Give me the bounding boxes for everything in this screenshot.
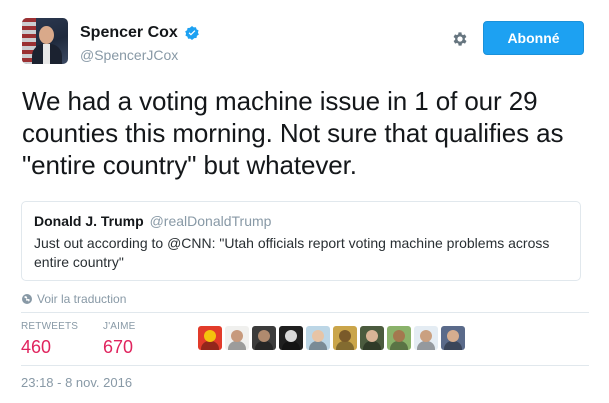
quoted-author-name: Donald J. Trump [34,213,144,229]
liker-avatar[interactable] [306,326,330,350]
retweets-label: RETWEETS [21,321,79,332]
liker-avatar-body [255,341,273,350]
tweet-text: We had a voting machine issue in 1 of ou… [22,86,564,180]
liker-avatar[interactable] [414,326,438,350]
liker-avatar-body [336,341,354,350]
liker-avatar-body [201,341,219,350]
quoted-tweet-text: Just out according to @CNN: "Utah offici… [34,235,550,270]
liker-avatar-head [285,330,297,342]
liker-avatar[interactable] [252,326,276,350]
translate-label[interactable]: Voir la traduction [37,292,126,306]
liker-avatar-head [339,330,351,342]
liker-avatar-head [393,330,405,342]
liker-avatar[interactable] [198,326,222,350]
follow-button[interactable]: Abonné [483,21,584,55]
quoted-author-handle: @realDonaldTrump [149,213,272,229]
liker-avatar-head [366,330,378,342]
liker-avatar-head [420,330,432,342]
liker-avatar[interactable] [441,326,465,350]
divider-top [21,312,589,313]
likes-label: J'AIME [103,321,136,332]
author-handle[interactable]: @SpencerJCox [80,47,178,63]
liker-avatar[interactable] [225,326,249,350]
quoted-tweet-header: Donald J. Trump @realDonaldTrump [34,213,271,229]
liker-avatar-head [447,330,459,342]
divider-bottom [21,365,589,366]
likes-stat[interactable]: J'AIME 670 [103,321,136,358]
liker-avatar-head [258,330,270,342]
liker-avatar-head [312,330,324,342]
liker-avatar-head [231,330,243,342]
gear-icon[interactable] [451,30,469,48]
liker-avatar-body [444,341,462,350]
avatar-shirt [43,44,50,64]
likes-count: 670 [103,337,134,357]
likers-avatars [198,326,465,350]
liker-avatar[interactable] [360,326,384,350]
liker-avatar[interactable] [279,326,303,350]
liker-avatar-body [282,341,300,350]
liker-avatar[interactable] [333,326,357,350]
retweets-count: 460 [21,337,52,357]
liker-avatar-body [417,341,435,350]
liker-avatar-body [309,341,327,350]
liker-avatar-body [363,341,381,350]
author-name[interactable]: Spencer Cox [80,24,178,42]
liker-avatar-head [204,330,216,342]
author-name-row[interactable]: Spencer Cox [80,24,200,42]
retweets-stat[interactable]: RETWEETS 460 [21,321,78,358]
tweet-timestamp[interactable]: 23:18 - 8 nov. 2016 [21,375,132,390]
liker-avatar[interactable] [387,326,411,350]
globe-icon [22,294,32,304]
liker-avatar-body [228,341,246,350]
translate-link[interactable]: Voir la traduction [21,292,126,306]
liker-avatar-body [390,341,408,350]
verified-badge-icon [185,26,199,40]
quoted-tweet[interactable]: Donald J. Trump @realDonaldTrump Just ou… [21,201,581,281]
avatar[interactable] [22,18,68,64]
avatar-head [39,26,54,44]
